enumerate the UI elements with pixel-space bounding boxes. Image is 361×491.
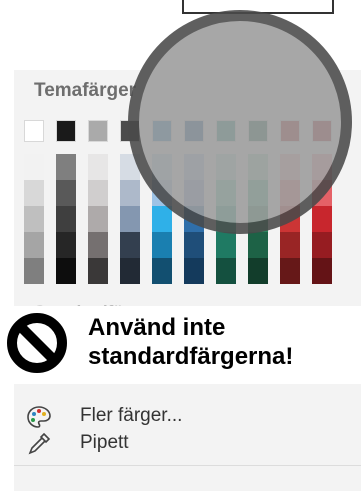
shade-swatch[interactable] [24,154,44,180]
warning-text: Använd inte standardfärgerna! [88,313,293,371]
shade-swatch[interactable] [88,206,108,232]
shade-swatch[interactable] [152,258,172,284]
shade-swatch[interactable] [24,232,44,258]
shade-swatch[interactable] [312,232,332,258]
prohibited-icon [7,313,67,373]
shade-swatch[interactable] [24,258,44,284]
menu-divider [14,465,361,466]
magnifier-overlay [128,10,352,234]
shade-swatch[interactable] [184,232,204,258]
shade-swatch[interactable] [280,258,300,284]
shade-swatch[interactable] [216,258,236,284]
shade-swatch[interactable] [56,206,76,232]
shade-swatch[interactable] [152,232,172,258]
warning-line-2: standardfärgerna! [88,343,294,370]
shade-swatch[interactable] [56,232,76,258]
shade-swatch[interactable] [184,258,204,284]
eyedropper-item[interactable]: Pipett [14,420,361,466]
shade-swatch[interactable] [152,206,172,232]
shade-swatch[interactable] [120,232,140,258]
shade-swatch[interactable] [56,258,76,284]
shade-swatch[interactable] [312,258,332,284]
theme-swatch[interactable] [56,120,76,142]
shade-swatch[interactable] [56,180,76,206]
eyedropper-label: Pipett [80,432,129,453]
shade-swatch[interactable] [88,154,108,180]
shade-swatch[interactable] [216,232,236,258]
shade-swatch[interactable] [248,258,268,284]
warning-line-1: Använd inte [88,314,226,341]
theme-swatch[interactable] [24,120,44,142]
shade-swatch[interactable] [248,232,268,258]
shade-swatch[interactable] [280,232,300,258]
theme-swatch[interactable] [88,120,108,142]
shade-swatch[interactable] [88,180,108,206]
shade-swatch[interactable] [120,258,140,284]
shade-swatch[interactable] [88,232,108,258]
shade-swatch[interactable] [24,206,44,232]
shade-swatch[interactable] [120,180,140,206]
eyedropper-icon [28,432,51,455]
shade-swatch[interactable] [312,206,332,232]
shade-swatch[interactable] [88,258,108,284]
shade-swatch[interactable] [24,180,44,206]
shade-swatch[interactable] [120,206,140,232]
shade-swatch[interactable] [56,154,76,180]
theme-colors-title: Temafärger [34,80,137,101]
